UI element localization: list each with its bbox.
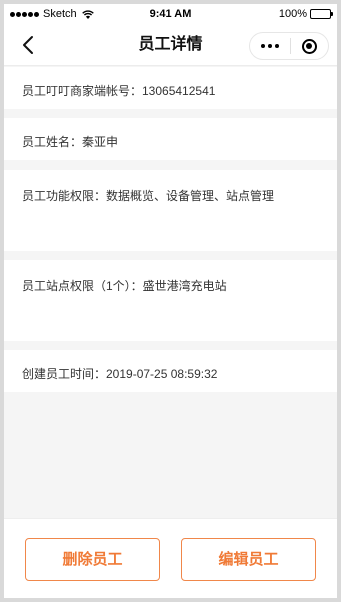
close-button[interactable] bbox=[290, 33, 328, 59]
permissions-text: 员工功能权限：数据概览、设备管理、站点管理 bbox=[22, 189, 275, 203]
target-circle-icon bbox=[301, 38, 317, 54]
sites-card: 员工站点权限（1个）：盛世港湾充电站 bbox=[4, 260, 337, 341]
edit-employee-button[interactable]: 编辑员工 bbox=[181, 538, 316, 581]
name-text: 员工姓名：秦亚申 bbox=[22, 135, 119, 149]
action-footer: 删除员工 编辑员工 bbox=[4, 518, 337, 598]
battery-percent: 100% bbox=[278, 8, 307, 20]
created-text: 创建员工时间：2019-07-25 08:59:32 bbox=[22, 367, 218, 381]
created-card: 创建员工时间：2019-07-25 08:59:32 bbox=[4, 350, 337, 392]
sites-text: 员工站点权限（1个）：盛世港湾充电站 bbox=[22, 279, 227, 293]
more-button[interactable] bbox=[250, 33, 290, 59]
mini-program-capsule bbox=[249, 32, 329, 60]
status-right: 100% bbox=[278, 8, 333, 20]
account-text: 员工叮叮商家端帐号：13065412541 bbox=[22, 84, 216, 98]
battery-icon bbox=[310, 9, 333, 19]
permissions-card: 员工功能权限：数据概览、设备管理、站点管理 bbox=[4, 170, 337, 251]
name-card: 员工姓名：秦亚申 bbox=[4, 118, 337, 160]
status-bar: Sketch 9:41 AM 100% bbox=[4, 4, 337, 24]
nav-bar: 员工详情 bbox=[4, 24, 337, 66]
account-card: 员工叮叮商家端帐号：13065412541 bbox=[4, 67, 337, 109]
delete-employee-button[interactable]: 删除员工 bbox=[25, 538, 160, 581]
more-dots-icon bbox=[259, 44, 280, 48]
phone-screen: Sketch 9:41 AM 100% 员工详情 员工叮叮商家端帐号：13065… bbox=[4, 4, 337, 598]
